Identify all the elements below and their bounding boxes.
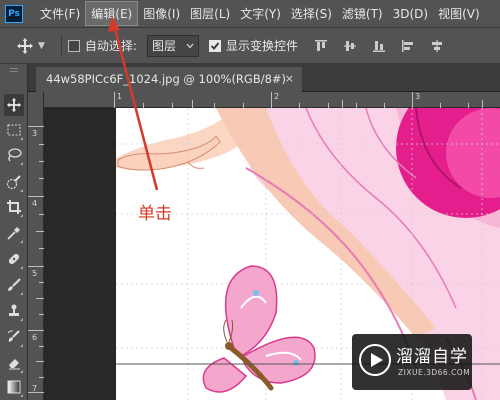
- ruler-label: 3: [415, 92, 421, 101]
- annotation-label: 单击: [138, 204, 172, 224]
- eraser-tool-icon[interactable]: [4, 352, 24, 374]
- ruler-label: 6: [32, 333, 38, 342]
- menu-type[interactable]: 文字(Y): [235, 2, 286, 25]
- menu-image[interactable]: 图像(I): [138, 2, 185, 25]
- menu-file[interactable]: 文件(F): [35, 2, 85, 25]
- show-transform-checkbox[interactable]: [208, 39, 221, 52]
- ruler-label: 2: [274, 92, 280, 101]
- show-transform-label: 显示变换控件: [225, 39, 298, 53]
- menu-select[interactable]: 选择(S): [286, 2, 337, 25]
- ruler-label: 4: [32, 199, 38, 208]
- menu-bar: Ps 文件(F) 编辑(E) 图像(I) 图层(L) 文字(Y) 选择(S) 滤…: [0, 0, 500, 27]
- chevron-down-icon: [186, 43, 194, 48]
- gradient-tool-icon[interactable]: [4, 376, 24, 398]
- marquee-tool-icon[interactable]: [4, 119, 24, 141]
- menu-edit[interactable]: 编辑(E): [85, 1, 139, 26]
- tools-panel: [0, 64, 28, 400]
- ruler-label: 7: [32, 384, 38, 393]
- auto-select-label: 自动选择:: [84, 39, 137, 53]
- align-left-edges-icon[interactable]: [401, 39, 415, 53]
- play-logo-icon: [359, 344, 391, 376]
- watermark-title: 溜溜自学: [396, 347, 468, 367]
- eyedropper-tool-icon[interactable]: [4, 222, 24, 244]
- divider: [60, 34, 62, 57]
- brush-tool-icon[interactable]: [4, 274, 24, 296]
- ruler-label: 5: [32, 269, 38, 278]
- close-icon[interactable]: ×: [285, 72, 294, 85]
- photoshop-window: Ps 文件(F) 编辑(E) 图像(I) 图层(L) 文字(Y) 选择(S) 滤…: [0, 0, 500, 400]
- history-brush-tool-icon[interactable]: [4, 326, 24, 348]
- align-top-edges-icon[interactable]: [314, 39, 328, 53]
- layer-dropdown-value: 图层: [151, 39, 176, 53]
- align-vertical-centers-icon[interactable]: [343, 39, 357, 53]
- align-bottom-edges-icon[interactable]: [372, 39, 386, 53]
- healing-brush-tool-icon[interactable]: [4, 248, 24, 270]
- align-buttons: [314, 39, 459, 53]
- watermark-subtitle: ZIXUE.3D66.COM: [398, 368, 471, 377]
- crop-tool-icon[interactable]: [4, 196, 24, 218]
- document-tab-title: 44w58PICc6F_1024.jpg @ 100%(RGB/8#): [46, 72, 287, 86]
- auto-select-checkbox[interactable]: [67, 39, 80, 52]
- layer-dropdown[interactable]: 图层: [146, 34, 199, 57]
- document-tab-bar: 44w58PICc6F_1024.jpg @ 100%(RGB/8#) ×: [28, 64, 500, 92]
- ps-logo-icon: Ps: [5, 4, 23, 23]
- menu-layer[interactable]: 图层(L): [185, 2, 235, 25]
- checkmark-icon: [210, 41, 220, 50]
- vertical-ruler[interactable]: 3 4 5 6 7: [28, 92, 44, 400]
- panel-grip[interactable]: [10, 68, 18, 72]
- document-tab[interactable]: 44w58PICc6F_1024.jpg @ 100%(RGB/8#) ×: [36, 67, 302, 92]
- chevron-down-icon[interactable]: ▼: [38, 41, 45, 51]
- menu-3d[interactable]: 3D(D): [388, 4, 433, 24]
- move-tool-icon[interactable]: [4, 94, 24, 116]
- align-horizontal-centers-icon[interactable]: [430, 39, 444, 53]
- quick-selection-tool-icon[interactable]: [4, 171, 24, 193]
- menu-view[interactable]: 视图(V): [433, 2, 485, 25]
- options-bar: ▼ 自动选择: 图层 显示变换控件: [0, 27, 500, 64]
- lasso-tool-icon[interactable]: [4, 144, 24, 166]
- ruler-label: 3: [32, 129, 38, 138]
- ruler-label: 1: [117, 92, 123, 101]
- menu-filter[interactable]: 滤镜(T): [337, 2, 388, 25]
- clone-stamp-tool-icon[interactable]: [4, 300, 24, 322]
- move-tool-preset-icon[interactable]: [14, 35, 36, 57]
- horizontal-ruler[interactable]: 1 2 3: [44, 92, 500, 108]
- watermark-badge: 溜溜自学 ZIXUE.3D66.COM: [352, 334, 472, 390]
